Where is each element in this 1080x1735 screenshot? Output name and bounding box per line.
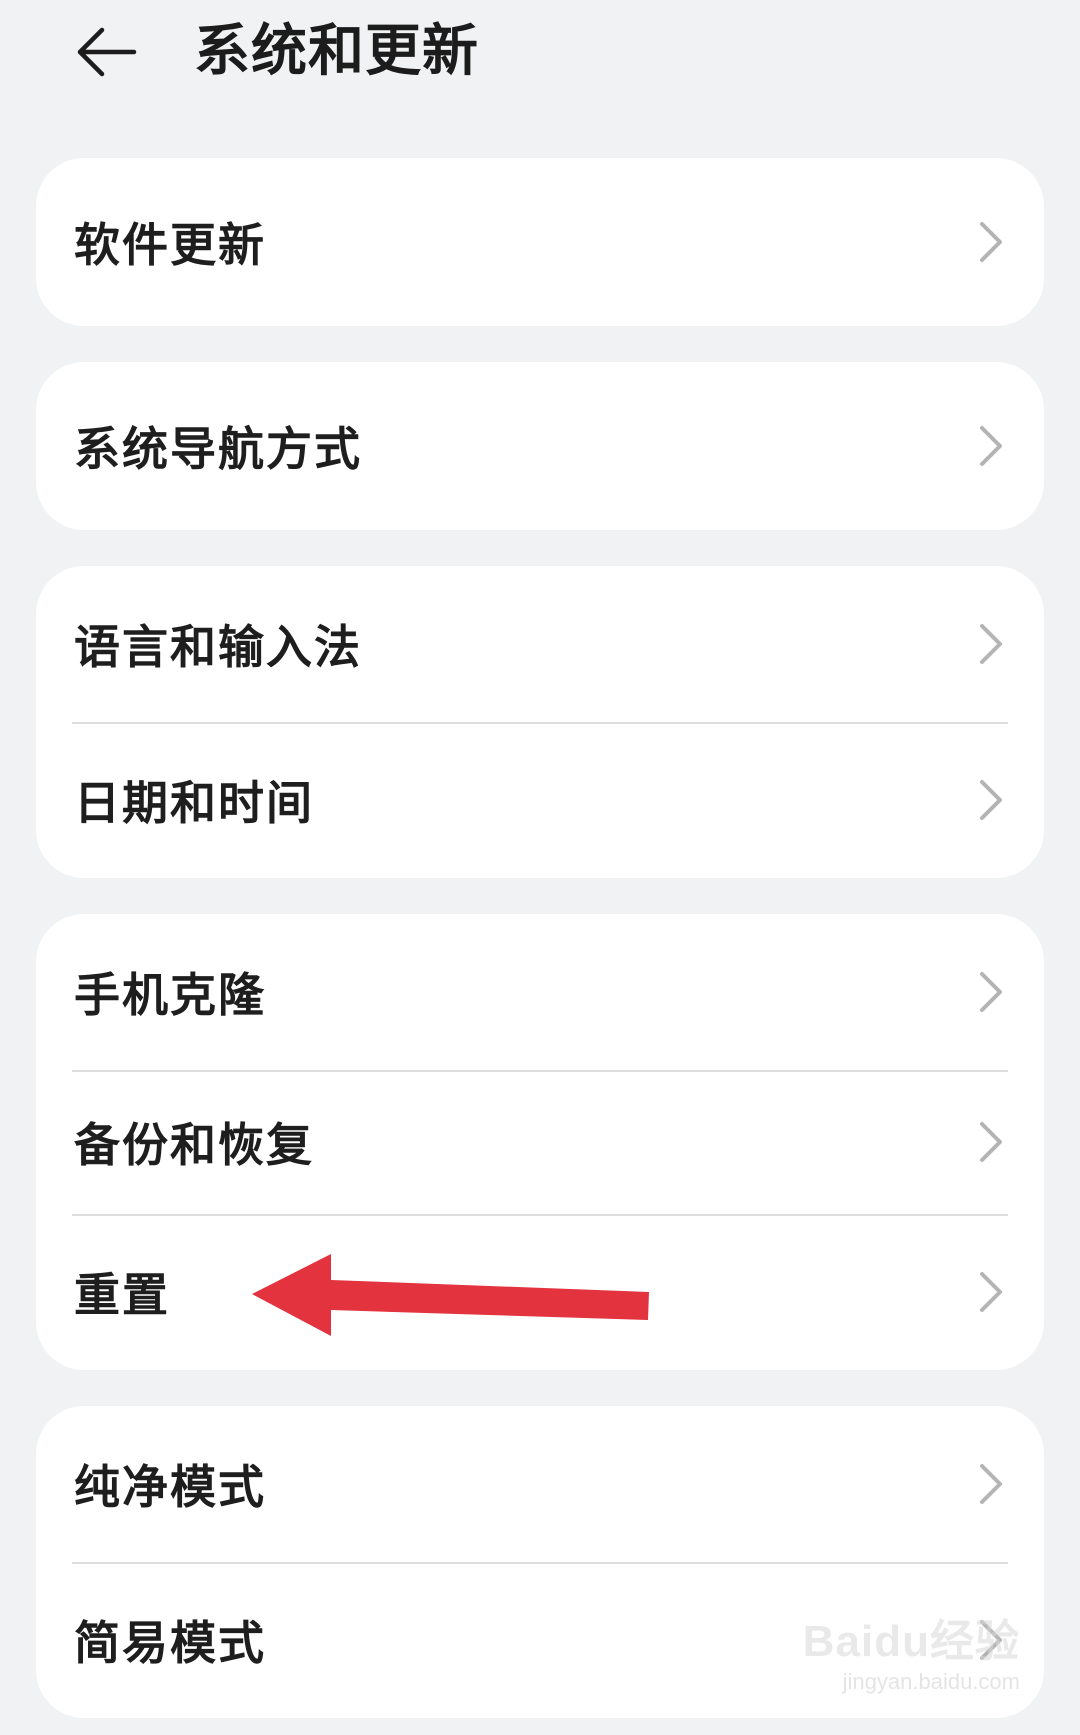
watermark-url: jingyan.baidu.com [842, 1669, 1020, 1694]
settings-item-label: 简易模式 [74, 1616, 266, 1670]
chevron-right-icon [980, 1464, 1002, 1504]
baidu-jingyan-watermark: Baidu经验 jingyan.baidu.com [803, 1605, 1020, 1695]
settings-item-label: 重置 [74, 1268, 170, 1322]
settings-group-backup: 手机克隆 备份和恢复 重置 [36, 914, 1044, 1370]
settings-item-label: 备份和恢复 [74, 1118, 314, 1172]
page-title: 系统和更新 [194, 19, 479, 84]
settings-group-navigation: 系统导航方式 [36, 362, 1044, 530]
settings-item-label: 手机克隆 [74, 968, 266, 1022]
settings-item-backup-restore[interactable]: 备份和恢复 [36, 1070, 1044, 1214]
settings-item-label: 纯净模式 [74, 1460, 266, 1514]
header-bar: 系统和更新 [0, 0, 1080, 120]
settings-group-software: 软件更新 [36, 158, 1044, 326]
back-button[interactable] [66, 14, 146, 90]
chevron-right-icon [980, 1122, 1002, 1162]
chevron-right-icon [980, 426, 1002, 466]
back-arrow-icon [77, 27, 137, 77]
settings-item-reset[interactable]: 重置 [36, 1214, 1044, 1370]
chevron-right-icon [980, 780, 1002, 820]
chevron-right-icon [980, 222, 1002, 262]
settings-item-language-input[interactable]: 语言和输入法 [36, 566, 1044, 722]
settings-item-label: 软件更新 [74, 218, 266, 272]
chevron-right-icon [980, 1272, 1002, 1312]
watermark-logo-text: Baidu经验 [802, 1617, 1020, 1666]
settings-group-language-time: 语言和输入法 日期和时间 [36, 566, 1044, 878]
settings-item-pure-mode[interactable]: 纯净模式 [36, 1406, 1044, 1562]
settings-item-label: 系统导航方式 [74, 422, 362, 476]
settings-item-label: 语言和输入法 [74, 620, 362, 674]
chevron-right-icon [980, 624, 1002, 664]
chevron-right-icon [980, 972, 1002, 1012]
settings-item-software-update[interactable]: 软件更新 [36, 158, 1044, 326]
settings-item-label: 日期和时间 [74, 776, 314, 830]
settings-item-navigation-mode[interactable]: 系统导航方式 [36, 362, 1044, 530]
settings-item-phone-clone[interactable]: 手机克隆 [36, 914, 1044, 1070]
settings-item-date-time[interactable]: 日期和时间 [36, 722, 1044, 878]
